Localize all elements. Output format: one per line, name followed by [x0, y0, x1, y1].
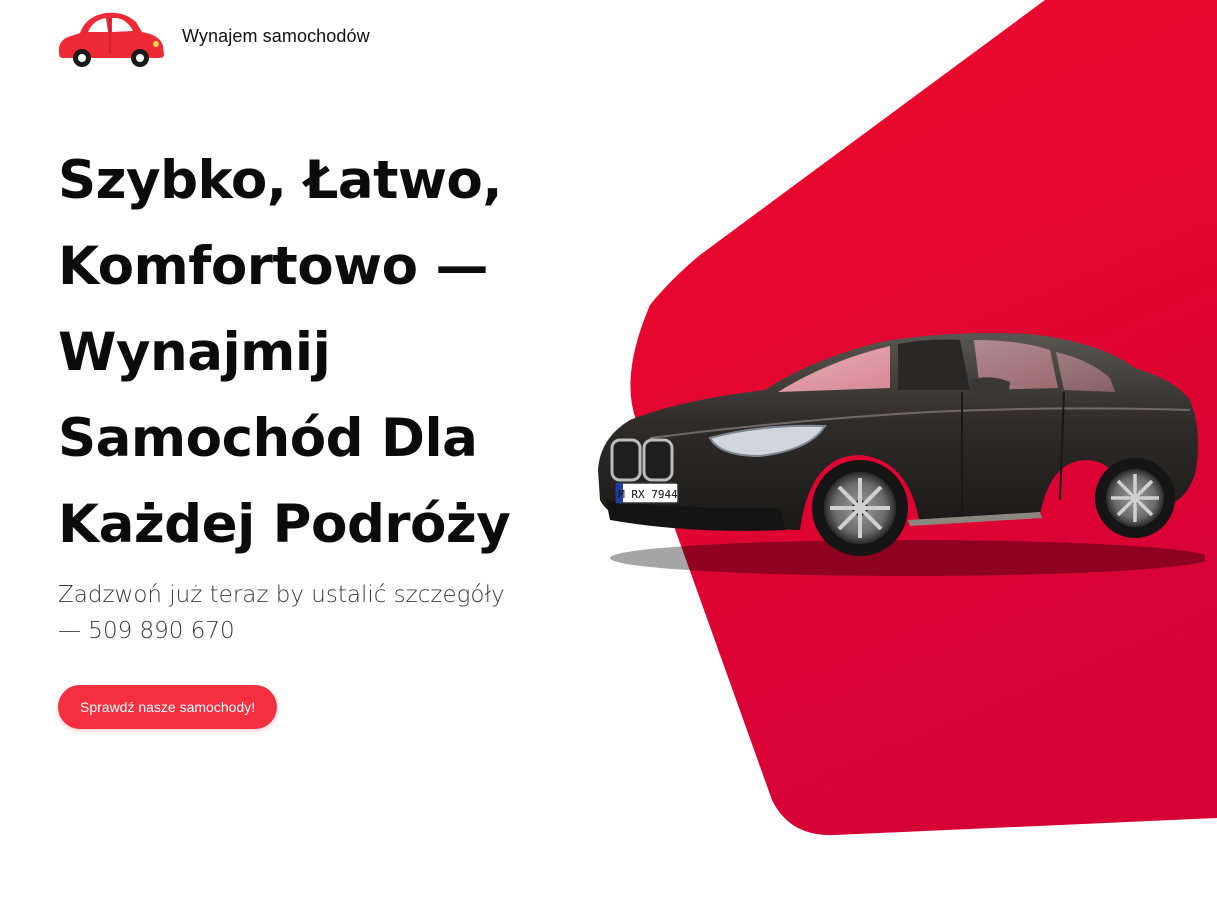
headline-line: Komfortowo — — [58, 236, 488, 297]
hero-headline: Szybko, Łatwo, Komfortowo — Wynajmij Sam… — [58, 138, 558, 568]
headline-line: Każdej Podróży — [58, 494, 511, 555]
sedan-car-image: M RX 7944 — [598, 333, 1205, 576]
landing-page: Wynajem samochodów Szybko, Łatwo, Komfor… — [0, 0, 1217, 917]
hero-subtext: Zadzwoń już teraz by ustalić szczegóły —… — [58, 577, 518, 649]
license-plate: M RX 7944 — [618, 488, 678, 501]
check-cars-button[interactable]: Sprawdź nasze samochody! — [58, 685, 278, 729]
headline-line: Szybko, Łatwo, — [58, 150, 502, 211]
brand-name: Wynajem samochodów — [182, 25, 370, 46]
headline-line: Samochód Dla — [58, 408, 478, 469]
red-car-icon — [58, 12, 165, 67]
headline-line: Wynajmij — [58, 322, 331, 383]
subtext-line: Zadzwoń już teraz by ustalić szczegóły — [58, 582, 505, 608]
phone-number: — 509 890 670 — [58, 618, 235, 644]
brand-home-link[interactable]: Wynajem samochodów — [56, 8, 370, 68]
